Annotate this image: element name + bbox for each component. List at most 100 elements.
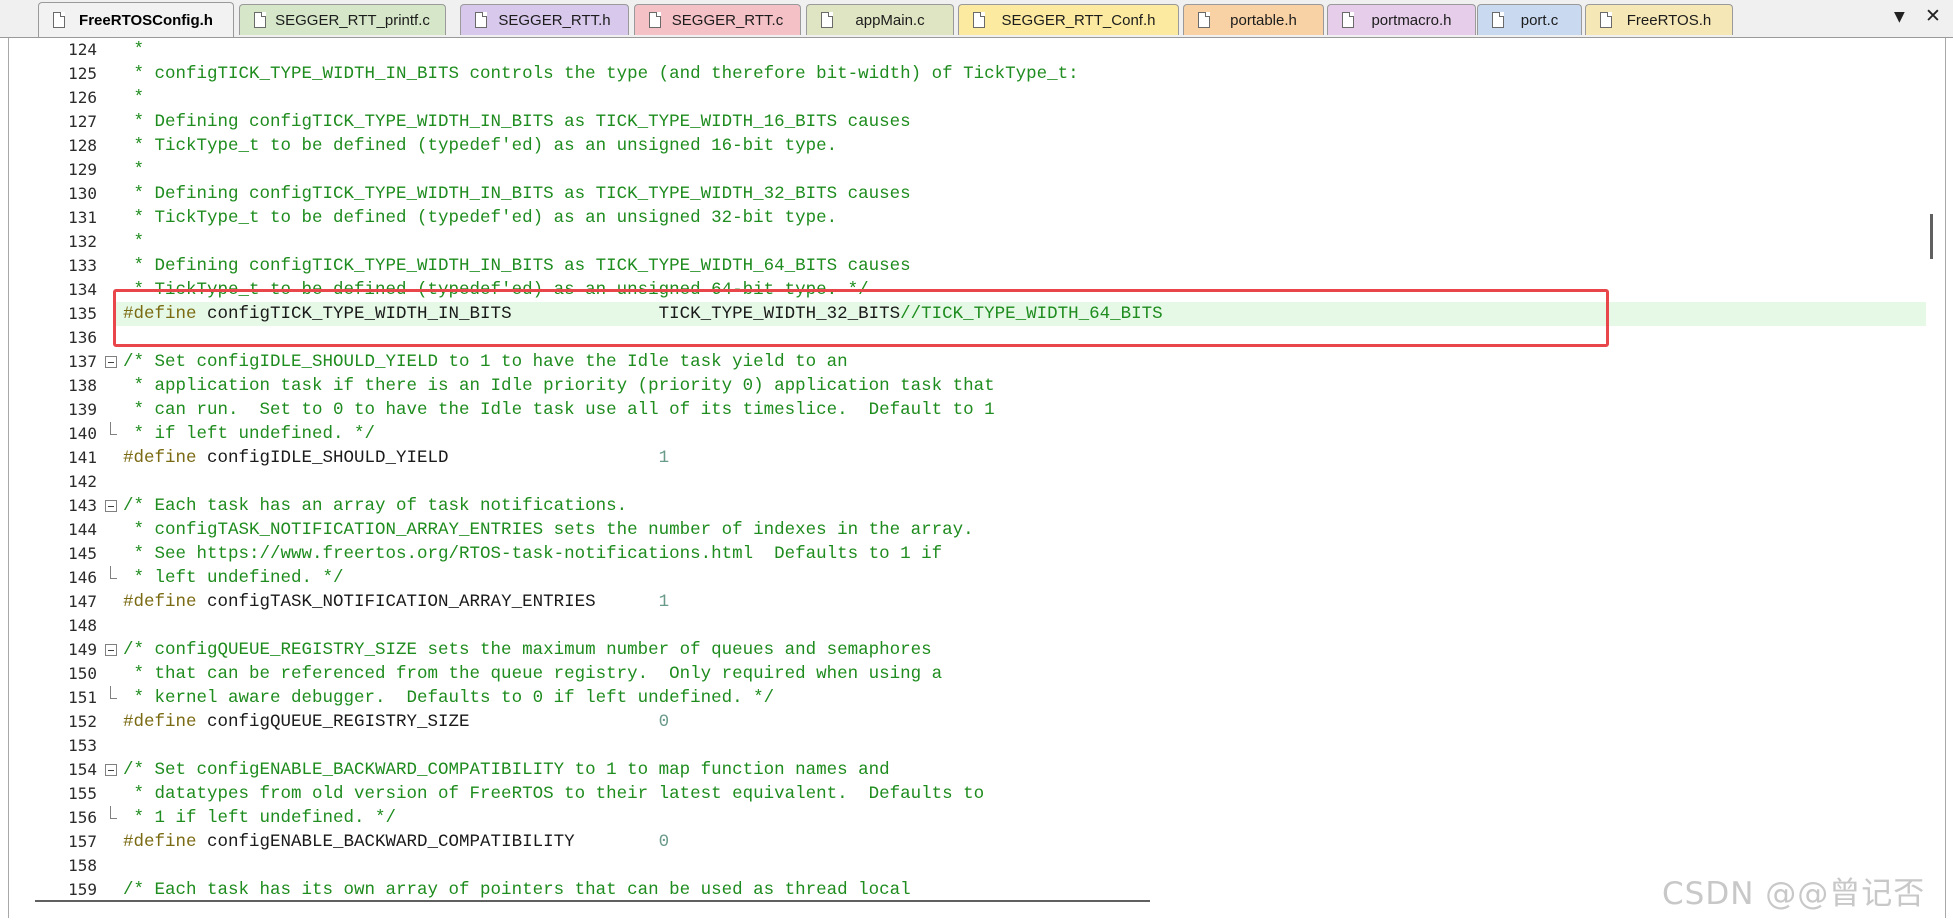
code-text: /* Each task has an array of task notifi…: [123, 494, 627, 518]
tab-portmacro-h[interactable]: portmacro.h: [1327, 4, 1476, 35]
line-number: 139: [68, 400, 97, 419]
code-token: 1: [658, 448, 670, 468]
line-number: 147: [68, 592, 97, 611]
code-line: 124 *: [9, 38, 1945, 62]
fold-end-marker: [110, 566, 117, 579]
code-token: * if left undefined. */: [123, 424, 376, 444]
tab-label: SEGGER_RTT_Conf.h: [1001, 11, 1156, 29]
code-token: * 1 if left undefined. */: [123, 808, 397, 828]
code-token: #define: [123, 832, 208, 852]
code-token: * Defining configTICK_TYPE_WIDTH_IN_BITS…: [123, 184, 911, 204]
line-number: 158: [68, 856, 97, 875]
code-line: 145 * See https://www.freertos.org/RTOS-…: [9, 542, 1945, 566]
fold-end-marker: [110, 686, 117, 699]
file-icon: [821, 12, 833, 28]
tab-appmain-c[interactable]: appMain.c: [806, 4, 954, 35]
tab-label: SEGGER_RTT_printf.c: [275, 11, 430, 29]
line-number: 145: [68, 544, 97, 563]
code-line: 125 * configTICK_TYPE_WIDTH_IN_BITS cont…: [9, 62, 1945, 86]
close-icon[interactable]: ✕: [1925, 5, 1941, 27]
code-token: configENABLE_BACKWARD_COMPATIBILITY: [207, 832, 659, 852]
code-text: * configTASK_NOTIFICATION_ARRAY_ENTRIES …: [123, 518, 974, 542]
code-token: *: [123, 88, 145, 108]
fold-collapse-icon[interactable]: [105, 764, 117, 776]
tab-label: portable.h: [1230, 11, 1297, 29]
code-text: * kernel aware debugger. Defaults to 0 i…: [123, 686, 775, 710]
tab-segger-rtt-h[interactable]: SEGGER_RTT.h: [460, 4, 629, 35]
tab-freertos-h[interactable]: FreeRTOS.h: [1585, 4, 1733, 35]
code-text: * if left undefined. */: [123, 422, 376, 446]
code-token: /* Set configENABLE_BACKWARD_COMPATIBILI…: [123, 760, 890, 780]
line-number: 130: [68, 184, 97, 203]
code-token: configQUEUE_REGISTRY_SIZE: [207, 712, 659, 732]
watermark: CSDN @@曾记否: [1662, 876, 1926, 912]
code-token: #define: [123, 448, 208, 468]
code-line: 132 *: [9, 230, 1945, 254]
line-number: 136: [68, 328, 97, 347]
file-icon: [475, 12, 487, 28]
fold-collapse-icon[interactable]: [105, 356, 117, 368]
line-number: 148: [68, 616, 97, 635]
code-text: #define configENABLE_BACKWARD_COMPATIBIL…: [123, 830, 669, 854]
tab-segger-rtt-printf-c[interactable]: SEGGER_RTT_printf.c: [239, 4, 446, 35]
code-text: #define configTASK_NOTIFICATION_ARRAY_EN…: [123, 590, 669, 614]
horizontal-scrollbar[interactable]: [25, 896, 1915, 906]
file-icon: [649, 12, 661, 28]
tab-freertosconfig-h[interactable]: FreeRTOSConfig.h: [38, 2, 234, 37]
code-line: 157 #define configENABLE_BACKWARD_COMPATI…: [9, 830, 1945, 854]
code-token: * See https://www.freertos.org/RTOS-task…: [123, 544, 943, 564]
line-number: 133: [68, 256, 97, 275]
code-text: * Defining configTICK_TYPE_WIDTH_IN_BITS…: [123, 110, 911, 134]
code-line: 129 *: [9, 158, 1945, 182]
fold-collapse-icon[interactable]: [105, 644, 117, 656]
code-text: #define configIDLE_SHOULD_YIELD 1: [123, 446, 669, 470]
line-number: 149: [68, 640, 97, 659]
line-number: 143: [68, 496, 97, 515]
line-number: 134: [68, 280, 97, 299]
code-token: * configTICK_TYPE_WIDTH_IN_BITS controls…: [123, 64, 1079, 84]
tab-segger-rtt-conf-h[interactable]: SEGGER_RTT_Conf.h: [958, 4, 1179, 35]
line-number: 154: [68, 760, 97, 779]
code-line: 130 * Defining configTICK_TYPE_WIDTH_IN_…: [9, 182, 1945, 206]
fold-collapse-icon[interactable]: [105, 500, 117, 512]
horizontal-scrollbar-thumb[interactable]: [35, 900, 1150, 902]
code-text: #define configQUEUE_REGISTRY_SIZE 0: [123, 710, 669, 734]
code-text: *: [123, 230, 145, 254]
code-text: * TickType_t to be defined (typedef'ed) …: [123, 134, 838, 158]
file-icon: [53, 12, 65, 28]
code-line: 144 * configTASK_NOTIFICATION_ARRAY_ENTR…: [9, 518, 1945, 542]
code-editor[interactable]: 124 * 125 * configTICK_TYPE_WIDTH_IN_BITS…: [8, 38, 1946, 918]
code-text: * Defining configTICK_TYPE_WIDTH_IN_BITS…: [123, 182, 911, 206]
vertical-scrollbar[interactable]: [1930, 214, 1933, 259]
code-text: * application task if there is an Idle p…: [123, 374, 995, 398]
line-number: 144: [68, 520, 97, 539]
tab-label: FreeRTOS.h: [1626, 11, 1712, 29]
tab-dropdown-icon[interactable]: ▼: [1894, 9, 1905, 25]
code-text: /* Set configENABLE_BACKWARD_COMPATIBILI…: [123, 758, 890, 782]
code-line: 154 /* Set configENABLE_BACKWARD_COMPATIB…: [9, 758, 1945, 782]
code-token: * that can be referenced from the queue …: [123, 664, 943, 684]
code-line: 126 *: [9, 86, 1945, 110]
code-line: 151 * kernel aware debugger. Defaults to…: [9, 686, 1945, 710]
code-token: * Defining configTICK_TYPE_WIDTH_IN_BITS…: [123, 256, 911, 276]
code-line: 142: [9, 470, 1945, 494]
code-token: * TickType_t to be defined (typedef'ed) …: [123, 136, 838, 156]
code-line: 139 * can run. Set to 0 to have the Idle…: [9, 398, 1945, 422]
code-line: 137 /* Set configIDLE_SHOULD_YIELD to 1 t…: [9, 350, 1945, 374]
code-line: 155 * datatypes from old version of Free…: [9, 782, 1945, 806]
code-line: 158: [9, 854, 1945, 878]
code-token: 0: [658, 832, 670, 852]
code-token: *: [123, 40, 145, 60]
line-number: 156: [68, 808, 97, 827]
line-number: 157: [68, 832, 97, 851]
line-number: 124: [68, 40, 97, 59]
code-token: * Defining configTICK_TYPE_WIDTH_IN_BITS…: [123, 112, 911, 132]
tab-portable-h[interactable]: portable.h: [1183, 4, 1324, 35]
line-number: 152: [68, 712, 97, 731]
code-text: *: [123, 38, 145, 62]
tab-port-c[interactable]: port.c: [1477, 4, 1582, 35]
line-number: 131: [68, 208, 97, 227]
tab-segger-rtt-c[interactable]: SEGGER_RTT.c: [634, 4, 801, 35]
code-line: 143 /* Each task has an array of task not…: [9, 494, 1945, 518]
code-line: 147 #define configTASK_NOTIFICATION_ARRAY…: [9, 590, 1945, 614]
